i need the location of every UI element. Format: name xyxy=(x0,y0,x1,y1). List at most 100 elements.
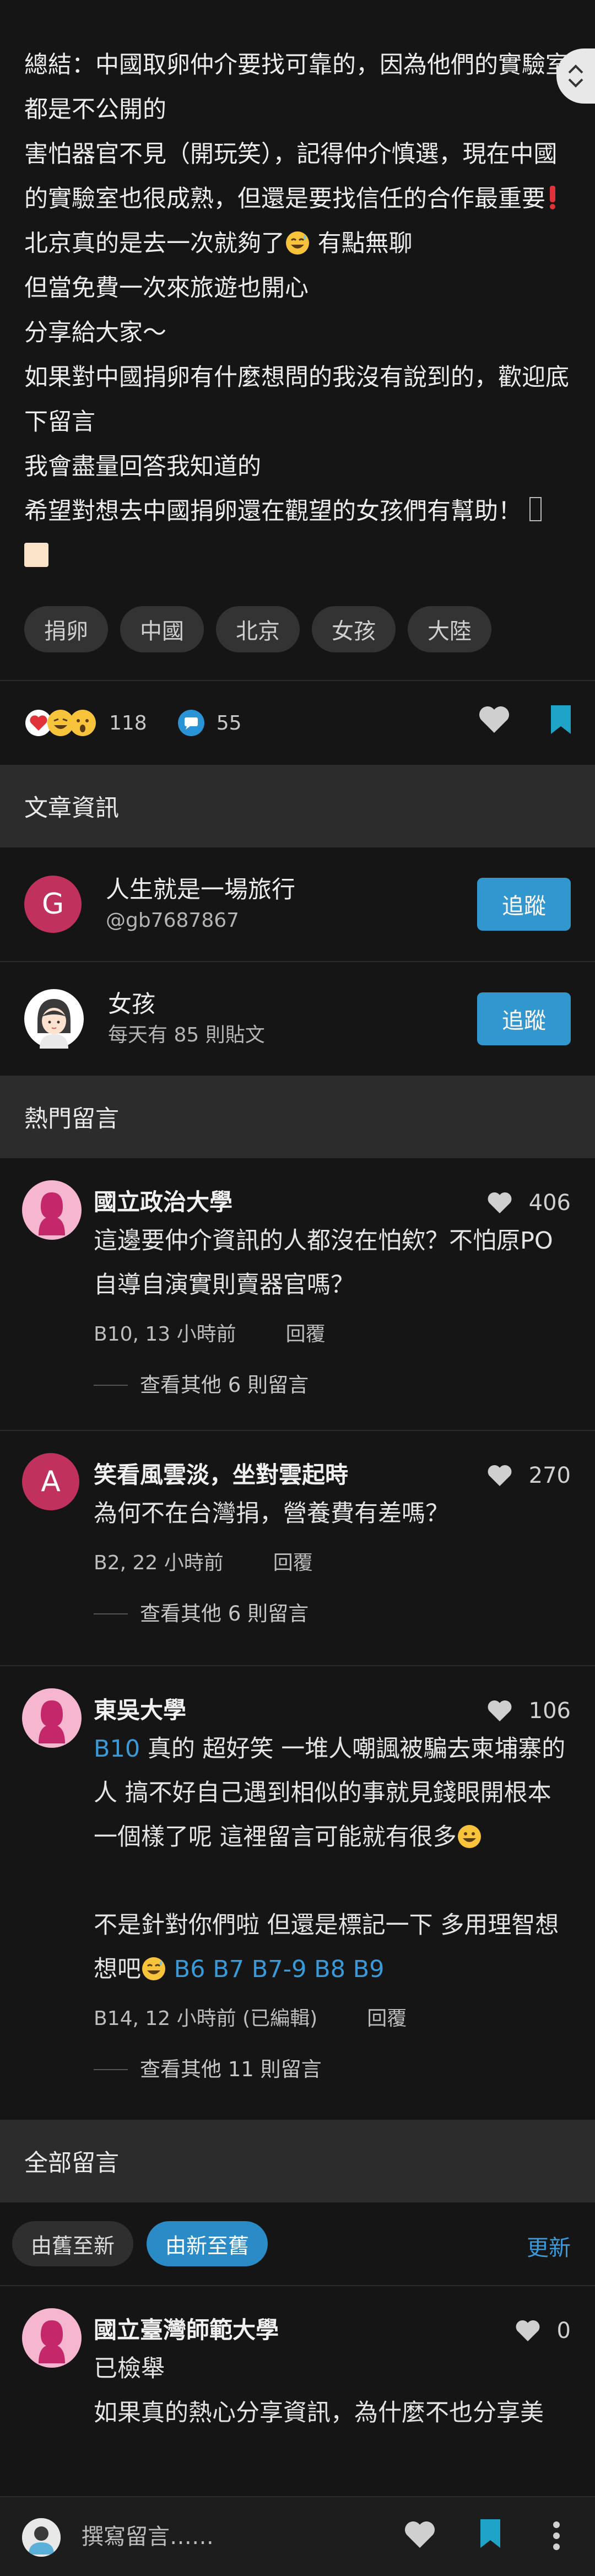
comment-bubble-icon xyxy=(177,710,204,736)
comment-item: 國立政治大學 406 這邊要仲介資訊的人都沒在怕欸？不怕原PO自導自演實則賣器官… xyxy=(0,1158,595,1430)
comment-text: 如果真的熱心分享資訊，為什麼不也分享美 xyxy=(94,2399,544,2427)
comment-floor-time: B14, 12 小時前 (已編輯) xyxy=(94,2007,318,2030)
refresh-link[interactable]: 更新 xyxy=(527,2230,571,2262)
tag-chip[interactable]: 北京 xyxy=(216,606,300,652)
comment-like[interactable]: 0 xyxy=(515,2318,571,2343)
reaction-summary[interactable] xyxy=(24,709,96,737)
comment-compose-bar: 撰寫留言…… xyxy=(0,2496,595,2576)
chevron-up-down-icon xyxy=(568,64,583,88)
article-line: 分享給大家〜 xyxy=(24,319,166,347)
heart-icon xyxy=(488,1700,512,1722)
article-line: 北京真的是去一次就夠了 有點無聊 xyxy=(24,230,413,257)
tag-chip[interactable]: 中國 xyxy=(120,606,204,652)
hot-comments-header: 熱門留言 xyxy=(0,1076,595,1158)
author-name: 人生就是一場旅行 xyxy=(106,876,295,904)
article-info-header: 文章資訊 xyxy=(0,765,595,847)
sort-oldest-button[interactable]: 由舊至新 xyxy=(12,2221,134,2266)
article-line: 我會盡量回答我知道的 xyxy=(24,453,261,480)
grinning-sweat-emoji-icon xyxy=(142,1957,165,1980)
comment-meta: B10, 13 小時前 回覆 xyxy=(94,1320,571,1349)
bookmark-icon[interactable] xyxy=(549,704,573,735)
heart-icon xyxy=(488,1465,512,1487)
heart-icon xyxy=(516,2320,539,2342)
author-avatar: G xyxy=(24,876,82,933)
comment-avatar: A xyxy=(22,1453,79,1510)
comment-count: 55 xyxy=(216,711,242,735)
view-more-replies[interactable]: 查看其他 11 則留言 xyxy=(94,2055,571,2084)
board-name: 女孩 xyxy=(108,991,155,1018)
heart-icon xyxy=(488,1192,512,1214)
tag-list: 捐卵 中國 北京 女孩 大陸 xyxy=(0,606,595,652)
comment-item: A 笑看風雲淡，坐對雲起時 270 為何不在台灣捐，營養費有差嗎？ B2, 22… xyxy=(0,1431,595,1665)
comment-text: 為何不在台灣捐，營養費有差嗎？ xyxy=(94,1500,449,1527)
article-line: 但當免費一次來旅遊也開心 xyxy=(24,274,309,302)
divider xyxy=(94,1613,128,1614)
girl-board-avatar xyxy=(24,989,84,1049)
divider xyxy=(94,2069,128,2070)
comment-text: 已檢舉 xyxy=(94,2355,165,2383)
board-info: 女孩 每天有 85 則貼文 xyxy=(108,988,265,1050)
more-vertical-icon[interactable] xyxy=(551,2519,562,2552)
reply-button[interactable]: 回覆 xyxy=(273,1549,313,1578)
all-comments-header: 全部留言 xyxy=(0,2120,595,2202)
article-body: 總結：中國取卵仲介要找可靠的，因為他們的實驗室都是不公開的 害怕器官不見（開玩笑… xyxy=(0,0,595,579)
tag-chip[interactable]: 捐卵 xyxy=(24,606,108,652)
floor-links[interactable]: B6 B7 B7-9 B8 B9 xyxy=(174,1956,385,1983)
reaction-count: 118 xyxy=(109,711,147,735)
sort-newest-button[interactable]: 由新至舊 xyxy=(147,2221,268,2266)
female-avatar-icon xyxy=(22,1688,82,1748)
user-avatar xyxy=(22,2518,61,2557)
surprised-reaction-icon xyxy=(69,710,96,736)
comment-like[interactable]: 406 xyxy=(487,1190,571,1216)
comment-floor-time: B2, 22 小時前 xyxy=(94,1552,224,1574)
comment-item: 國立臺灣師範大學 0 已檢舉 如果真的熱心分享資訊，為什麼不也分享美 xyxy=(0,2286,595,2479)
comment-item: 東吳大學 106 B10 真的 超好笑 一堆人嘲諷被騙去柬埔寨的人 搞不好自己遇… xyxy=(0,1666,595,2120)
tag-chip[interactable]: 女孩 xyxy=(312,606,396,652)
article-line xyxy=(24,534,571,579)
user-avatar-icon xyxy=(22,2518,61,2557)
author-info: 人生就是一場旅行 @gb7687867 xyxy=(106,873,295,935)
board-row[interactable]: 女孩 每天有 85 則貼文 追蹤 xyxy=(0,962,595,1076)
view-more-replies[interactable]: 查看其他 6 則留言 xyxy=(94,1371,571,1400)
follow-board-button[interactable]: 追蹤 xyxy=(477,992,571,1045)
comment-input[interactable]: 撰寫留言…… xyxy=(82,2520,214,2553)
follow-author-button[interactable]: 追蹤 xyxy=(477,878,571,931)
reaction-bar: 118 55 xyxy=(0,681,595,765)
author-handle: @gb7687867 xyxy=(106,909,240,932)
female-avatar-icon xyxy=(22,2308,82,2368)
floor-link[interactable]: B10 xyxy=(94,1735,140,1763)
post-page: 總結：中國取卵仲介要找可靠的，因為他們的實驗室都是不公開的 害怕器官不見（開玩笑… xyxy=(0,0,595,2576)
article-line: 希望對想去中國捐卵還在觀望的女孩們有幫助！ xyxy=(24,489,571,534)
comment-meta: B14, 12 小時前 (已編輯) 回覆 xyxy=(94,2005,571,2033)
grinning-sweat-emoji-icon xyxy=(286,231,309,255)
comment-like[interactable]: 106 xyxy=(487,1698,571,1724)
grinning-emoji-icon xyxy=(457,1825,481,1848)
board-post-count: 每天有 85 則貼文 xyxy=(108,1024,265,1046)
tag-chip[interactable]: 大陸 xyxy=(408,606,491,652)
comment-author[interactable]: 國立臺灣師範大學 xyxy=(94,2314,571,2347)
divider xyxy=(94,1385,128,1386)
author-row[interactable]: G 人生就是一場旅行 @gb7687867 追蹤 xyxy=(0,847,595,961)
comment-text: 這邊要仲介資訊的人都沒在怕欸？不怕原PO自導自演實則賣器官嗎？ xyxy=(94,1227,553,1299)
like-count: 270 xyxy=(528,1463,571,1488)
bookmark-icon[interactable] xyxy=(478,2517,502,2550)
reply-button[interactable]: 回覆 xyxy=(286,1320,326,1349)
like-count: 106 xyxy=(528,1698,571,1724)
comment-floor-time: B10, 13 小時前 xyxy=(94,1323,236,1346)
like-count: 406 xyxy=(528,1190,571,1216)
sort-row: 由舊至新 由新至舊 更新 xyxy=(0,2202,595,2285)
like-count: 0 xyxy=(556,2318,571,2343)
article-line: 如果對中國捐卵有什麼想問的我沒有說到的，歡迎底下留言 xyxy=(24,364,569,436)
female-avatar-icon xyxy=(22,1180,82,1240)
reply-button[interactable]: 回覆 xyxy=(367,2005,407,2033)
view-more-replies[interactable]: 查看其他 6 則留言 xyxy=(94,1600,571,1628)
article-line: 害怕器官不見（開玩笑），記得仲介慎選，現在中國的實驗室也很成熟，但還是要找信任的… xyxy=(24,132,571,222)
post-actions xyxy=(478,704,573,735)
comment-text: B10 真的 超好笑 一堆人嘲諷被騙去柬埔寨的人 搞不好自己遇到相似的事就見錢眼… xyxy=(94,1735,566,1851)
comment-like[interactable]: 270 xyxy=(487,1463,571,1488)
article-line: 總結：中國取卵仲介要找可靠的，因為他們的實驗室都是不公開的 xyxy=(24,51,569,123)
heart-icon[interactable] xyxy=(478,705,510,734)
exclamation-icon xyxy=(550,186,555,209)
heart-icon[interactable] xyxy=(404,2520,436,2549)
